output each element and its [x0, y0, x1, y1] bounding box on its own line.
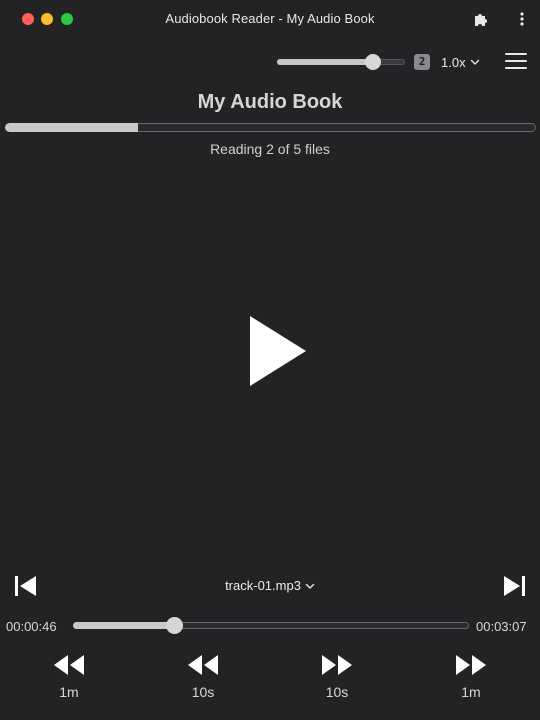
window-title: Audiobook Reader - My Audio Book — [165, 11, 375, 26]
chevron-down-icon — [305, 583, 315, 589]
playback-speed-dropdown[interactable]: 1.0x — [441, 53, 480, 71]
play-icon — [250, 316, 306, 386]
app-window: Audiobook Reader - My Audio Book 2 1.0x … — [0, 0, 540, 720]
skip-label: 1m — [461, 684, 481, 700]
skip-label: 10s — [325, 684, 349, 700]
title-bar: Audiobook Reader - My Audio Book — [0, 0, 540, 38]
rewind-icon — [188, 655, 218, 675]
seek-slider[interactable] — [73, 617, 469, 634]
total-time: 00:03:07 — [476, 619, 527, 634]
track-name: track-01.mp3 — [225, 578, 301, 593]
hamburger-menu-icon[interactable] — [505, 52, 527, 70]
fast-forward-icon — [322, 655, 352, 675]
playback-speed-label: 1.0x — [441, 54, 466, 70]
rewind-1m-button[interactable]: 1m — [39, 654, 99, 704]
skip-label: 10s — [191, 684, 215, 700]
file-count-badge[interactable]: 2 — [414, 54, 430, 70]
play-button[interactable] — [246, 313, 310, 389]
reading-status: Reading 2 of 5 files — [210, 141, 330, 157]
seek-thumb[interactable] — [165, 617, 183, 634]
book-progress-fill — [5, 123, 138, 132]
puzzle-icon[interactable] — [472, 10, 490, 28]
volume-slider[interactable] — [277, 54, 405, 70]
more-vertical-icon[interactable] — [513, 10, 531, 28]
book-title: My Audio Book — [197, 91, 343, 113]
forward-1m-button[interactable]: 1m — [441, 654, 501, 704]
elapsed-time: 00:00:46 — [6, 619, 57, 634]
fast-forward-icon — [456, 655, 486, 675]
skip-label: 1m — [59, 684, 79, 700]
book-progress-bar — [5, 123, 536, 132]
rewind-10s-button[interactable]: 10s — [173, 654, 233, 704]
chevron-down-icon — [470, 59, 479, 65]
next-track-button[interactable] — [502, 575, 526, 597]
seek-fill — [73, 622, 174, 629]
rewind-icon — [54, 655, 84, 675]
volume-thumb[interactable] — [365, 54, 381, 70]
forward-10s-button[interactable]: 10s — [307, 654, 367, 704]
volume-fill — [277, 59, 373, 65]
track-selector[interactable]: track-01.mp3 — [0, 578, 540, 593]
